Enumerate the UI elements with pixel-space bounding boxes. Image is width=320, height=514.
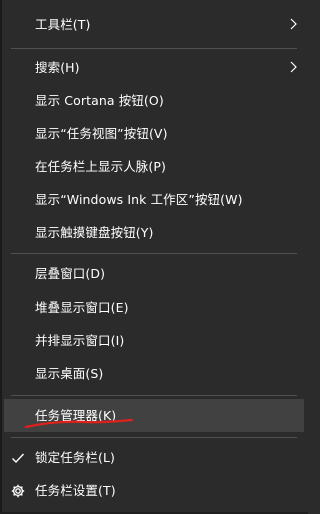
menu-item-toolbars[interactable]: 工具栏(T)	[0, 8, 308, 41]
menu-item-label: 显示桌面(S)	[35, 366, 104, 381]
menu-item-label: 在任务栏上显示人脉(P)	[35, 159, 166, 174]
menu-item-label: 显示 Cortana 按钮(O)	[35, 93, 164, 108]
checkmark-icon	[12, 453, 25, 464]
menu-item-show-cortana[interactable]: 显示 Cortana 按钮(O)	[0, 84, 308, 117]
gear-icon	[11, 484, 25, 498]
menu-separator	[11, 48, 297, 49]
menu-item-taskbar-settings[interactable]: 任务栏设置(T)	[0, 474, 308, 507]
taskbar-context-menu: 工具栏(T) 搜索(H) 显示 Cortana 按钮(O) 显示“任务视图”按钮…	[0, 0, 308, 514]
menu-item-label: 显示“任务视图”按钮(V)	[35, 126, 168, 141]
menu-item-label: 显示“Windows Ink 工作区”按钮(W)	[35, 192, 243, 207]
menu-item-label: 层叠窗口(D)	[35, 266, 106, 281]
menu-item-label: 搜索(H)	[35, 60, 80, 75]
menu-item-show-touch-keyboard[interactable]: 显示触摸键盘按钮(Y)	[0, 216, 308, 249]
menu-separator	[11, 253, 297, 254]
menu-item-show-desktop[interactable]: 显示桌面(S)	[0, 357, 308, 390]
chevron-right-icon	[290, 61, 297, 73]
menu-separator	[11, 395, 297, 396]
menu-item-cascade-windows[interactable]: 层叠窗口(D)	[0, 257, 308, 290]
menu-item-show-task-view[interactable]: 显示“任务视图”按钮(V)	[0, 117, 308, 150]
red-underline-annotation	[24, 418, 134, 429]
menu-item-lock-taskbar[interactable]: 锁定任务栏(L)	[0, 441, 308, 474]
chevron-right-icon	[290, 18, 297, 30]
menu-item-label: 堆叠显示窗口(E)	[35, 300, 129, 315]
menu-item-side-by-side-windows[interactable]: 并排显示窗口(I)	[0, 324, 308, 357]
menu-item-label: 任务栏设置(T)	[35, 483, 116, 498]
menu-item-label: 显示触摸键盘按钮(Y)	[35, 225, 154, 240]
menu-item-label: 工具栏(T)	[35, 17, 91, 32]
menu-separator	[11, 437, 297, 438]
menu-item-show-people[interactable]: 在任务栏上显示人脉(P)	[0, 150, 308, 183]
menu-item-label: 并排显示窗口(I)	[35, 333, 125, 348]
menu-item-stacked-windows[interactable]: 堆叠显示窗口(E)	[0, 291, 308, 324]
menu-item-search[interactable]: 搜索(H)	[0, 51, 308, 84]
menu-item-show-ink[interactable]: 显示“Windows Ink 工作区”按钮(W)	[0, 183, 308, 216]
menu-item-label: 锁定任务栏(L)	[35, 450, 116, 465]
